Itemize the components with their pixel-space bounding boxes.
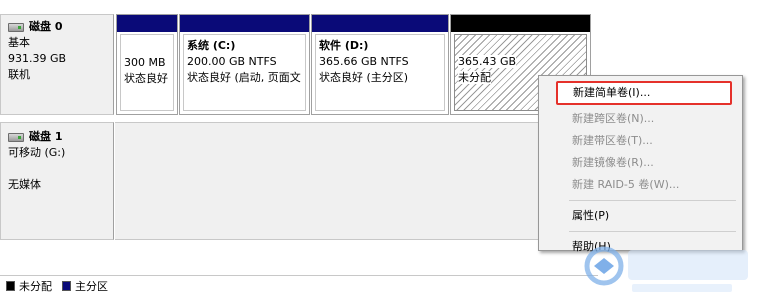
disk-0-title: 磁盘 0	[29, 20, 63, 33]
hard-disk-icon	[8, 22, 24, 32]
menu-item-new-striped-volume[interactable]: 新建带区卷(T)...	[541, 130, 740, 152]
partition-d-info: 软件 (D:) 365.66 GB NTFS 状态良好 (主分区)	[315, 34, 445, 111]
removable-disk-icon	[8, 132, 24, 142]
partition-status: 未分配	[458, 71, 491, 84]
disk-0-label[interactable]: 磁盘 0 基本 931.39 GB 联机	[0, 14, 114, 115]
partition-c-info: 系统 (C:) 200.00 GB NTFS 状态良好 (启动, 页面文	[183, 34, 306, 111]
partition-size-row: 365.43 GB	[458, 54, 583, 70]
legend-bar: 未分配 主分区	[0, 275, 598, 295]
partition-name: 软件 (D:)	[319, 39, 369, 52]
legend-unallocated-label: 未分配	[19, 279, 52, 293]
disk-1-title-row: 磁盘 1	[8, 129, 113, 145]
partition-type-bar	[451, 15, 590, 32]
menu-item-new-spanned-volume[interactable]: 新建跨区卷(N)...	[541, 108, 740, 130]
partition-size: 200.00 GB NTFS	[187, 55, 277, 68]
partition-type-bar	[180, 15, 309, 32]
disk-1-body	[115, 122, 598, 240]
menu-item-properties[interactable]: 属性(P)	[541, 205, 740, 227]
menu-item-new-mirrored-volume[interactable]: 新建镜像卷(R)...	[541, 152, 740, 174]
partition-c[interactable]: 系统 (C:) 200.00 GB NTFS 状态良好 (启动, 页面文	[179, 14, 310, 115]
partition-type-bar	[117, 15, 177, 32]
disk-0-type: 基本	[8, 36, 30, 49]
disk-management-view: 磁盘 0 基本 931.39 GB 联机 300 MB 状态良好 系统 (C:)…	[0, 0, 763, 298]
disk-0-title-row: 磁盘 0	[8, 19, 113, 35]
disk-0-status: 联机	[8, 68, 30, 81]
partition-d[interactable]: 软件 (D:) 365.66 GB NTFS 状态良好 (主分区)	[311, 14, 449, 115]
disk-1-type: 可移动 (G:)	[8, 146, 66, 159]
partition-status: 状态良好 (启动, 页面文	[187, 71, 301, 84]
partition-name: 系统 (C:)	[187, 39, 236, 52]
disk-0-row: 磁盘 0 基本 931.39 GB 联机 300 MB 状态良好 系统 (C:)…	[0, 14, 598, 115]
disk-0-size: 931.39 GB	[8, 52, 67, 65]
partition-recovery[interactable]: 300 MB 状态良好	[116, 14, 178, 115]
partition-size: 365.66 GB NTFS	[319, 55, 409, 68]
menu-item-new-simple-volume[interactable]: 新建简单卷(I)...	[556, 81, 732, 105]
menu-separator	[569, 200, 736, 201]
watermark-logo	[584, 246, 748, 292]
legend-primary-swatch	[62, 280, 71, 291]
menu-item-new-raid5-volume[interactable]: 新建 RAID-5 卷(W)...	[541, 174, 740, 196]
partition-size: 365.43 GB	[458, 55, 517, 68]
partition-type-bar	[312, 15, 448, 32]
disk-1-label[interactable]: 磁盘 1 可移动 (G:) 无媒体	[0, 122, 114, 240]
context-menu: 新建简单卷(I)... 新建跨区卷(N)... 新建带区卷(T)... 新建镜像…	[538, 75, 743, 253]
partition-status: 状态良好 (主分区)	[319, 71, 409, 84]
disk-1-row: 磁盘 1 可移动 (G:) 无媒体	[0, 122, 598, 240]
partition-status: 状态良好	[124, 72, 168, 85]
menu-separator	[569, 231, 736, 232]
disk-1-title: 磁盘 1	[29, 130, 63, 143]
partition-recovery-info: 300 MB 状态良好	[120, 34, 174, 111]
disk-1-media: 无媒体	[8, 178, 41, 191]
partition-size: 300 MB	[124, 56, 166, 69]
legend-unallocated-swatch	[6, 280, 15, 291]
legend-primary-label: 主分区	[75, 279, 108, 293]
